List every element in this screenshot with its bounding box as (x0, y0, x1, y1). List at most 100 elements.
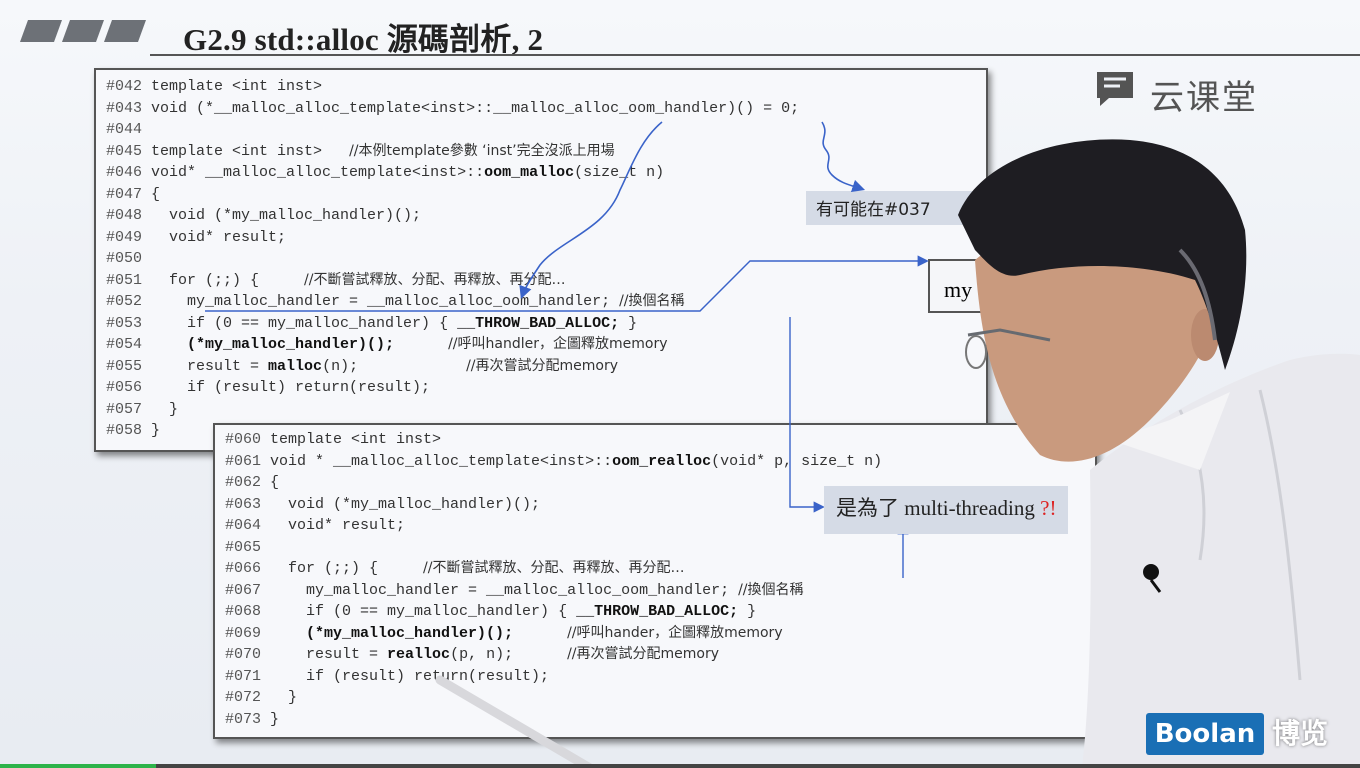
code-line-number: #072 (225, 689, 262, 706)
code-text: if (0 == my_malloc_handler) { (261, 603, 577, 620)
code-line-number: #062 (225, 474, 262, 491)
code-line: #060 template <int inst> (225, 429, 441, 450)
code-line-number: #058 (106, 422, 143, 439)
code-text-bold: __THROW_BAD_ALLOC; (576, 603, 739, 620)
code-block-oom-realloc: #060 template <int inst> #061 void * __ma… (213, 423, 1097, 739)
code-line: #057 } (106, 399, 178, 420)
code-text: } (142, 400, 179, 418)
boolan-logo-badge: Boolan (1146, 713, 1264, 755)
code-comment: //不斷嘗試釋放、分配、再釋放、再分配… (423, 560, 685, 576)
code-line: #073 } (225, 709, 279, 730)
callout-multithreading-mark: ?! (1040, 496, 1057, 520)
code-line: #068 if (0 == my_malloc_handler) { __THR… (225, 601, 756, 622)
code-text: if (result) return(result); (261, 667, 550, 685)
code-line: #055 result = malloc(n); //再次嘗試分配memory (106, 356, 618, 377)
code-text: } (261, 710, 280, 728)
code-line-number: #045 (106, 142, 143, 160)
callout-multithreading: 是為了 multi-threading ?! (824, 486, 1069, 534)
boolan-logo: Boolan 博览 (1146, 713, 1356, 757)
video-progress-fill (0, 764, 157, 768)
slide-title: G2.9 std::alloc 源碼剖析, 2 (183, 22, 544, 57)
code-line-number: #051 (106, 271, 143, 289)
code-line-number: #055 (106, 357, 143, 375)
code-text: void (*my_malloc_handler)(); (261, 495, 541, 513)
code-text: void (*my_malloc_handler)(); (142, 207, 422, 224)
code-line: #071 if (result) return(result); (225, 666, 549, 687)
code-line: #048 void (*my_malloc_handler)(); (106, 205, 421, 226)
code-text: void* result; (261, 517, 406, 534)
code-line-number: #050 (106, 250, 143, 267)
code-line: #064 void* result; (225, 515, 405, 536)
code-text: my_malloc_handler = __malloc_alloc_oom_h… (142, 293, 620, 310)
code-line: #044 (106, 119, 142, 140)
code-comment: //呼叫handler，企圖釋放memory (448, 336, 668, 352)
code-text: void* __malloc_alloc_template<inst>:: (142, 164, 485, 181)
code-text: if (0 == my_malloc_handler) { (142, 314, 458, 332)
code-text: if (result) return(result); (142, 379, 431, 396)
code-line-number: #054 (106, 336, 143, 353)
code-line-number: #066 (225, 560, 262, 577)
code-line-number: #068 (225, 603, 262, 620)
code-text: template <int inst> (261, 431, 442, 448)
code-line: #046 void* __malloc_alloc_template<inst>… (106, 162, 664, 183)
code-comment: //再次嘗試分配memory (567, 646, 720, 662)
code-line: #043 void (*__malloc_alloc_template<inst… (106, 98, 799, 119)
code-line: #065 (225, 537, 261, 558)
code-text-bold: (*my_malloc_handler)(); (187, 336, 395, 353)
code-line-number: #065 (225, 538, 262, 556)
code-text: } (261, 689, 298, 706)
code-line-number: #060 (225, 431, 262, 448)
slide: G2.9 std::alloc 源碼剖析, 2 云课堂 #042 templat… (0, 0, 1360, 768)
code-block-oom-malloc: #042 template <int inst> #043 void (*__ma… (94, 68, 988, 452)
code-text: { (261, 474, 280, 491)
code-line: #067 my_malloc_handler = __malloc_alloc_… (225, 580, 804, 601)
code-text: (size_t n) (574, 164, 665, 181)
code-comment: //換個名稱 (738, 581, 804, 598)
code-text: for (;;) { (142, 271, 305, 289)
code-text: template <int inst> (142, 78, 323, 95)
code-text: (void* p, size_t n) (711, 452, 883, 470)
code-comment: //換個名稱 (619, 293, 685, 309)
code-line-number: #053 (106, 314, 143, 332)
code-line-number: #061 (225, 452, 262, 470)
code-text: void * __malloc_alloc_template<inst>:: (261, 452, 613, 470)
code-line: #058 } (106, 420, 160, 441)
code-line-number: #042 (106, 78, 143, 95)
code-text-bold: oom_realloc (612, 452, 712, 470)
chat-bubble-icon (1097, 72, 1133, 106)
code-line-number: #049 (106, 228, 143, 246)
code-line-number: #056 (106, 379, 143, 396)
code-line: #056 if (result) return(result); (106, 377, 430, 398)
code-text-bold: __THROW_BAD_ALLOC; (457, 314, 620, 332)
callout-multithreading-text: 是為了 multi-threading (836, 496, 1041, 520)
callout-possible-037: 有可能在#037 (806, 191, 976, 225)
code-line: #045 template <int inst> //本例template參數 … (106, 141, 615, 162)
code-text: result = (142, 357, 269, 375)
code-line: #070 result = realloc(p, n); //再次嘗試分配mem… (225, 644, 719, 665)
code-line-number: #047 (106, 185, 143, 203)
code-line: #052 my_malloc_handler = __malloc_alloc_… (106, 291, 685, 312)
yunketang-logo-text: 云课堂 (1150, 78, 1258, 118)
code-line-number: #043 (106, 99, 143, 117)
code-line: #072 } (225, 687, 297, 708)
code-line: #063 void (*my_malloc_handler)(); (225, 494, 540, 515)
code-line-number: #044 (106, 121, 143, 138)
video-progress-bar[interactable] (0, 764, 1360, 768)
code-comment: //呼叫hander，企圖釋放memory (567, 624, 783, 641)
title-underline (150, 54, 1360, 56)
code-line-number: #069 (225, 624, 262, 642)
code-line: #062 { (225, 472, 279, 493)
code-text: void (*__malloc_alloc_template<inst>::__… (142, 99, 800, 117)
code-text-bold: malloc (268, 357, 323, 375)
code-text: result = (261, 646, 388, 663)
code-text: (n); (322, 357, 467, 375)
code-line: #050 (106, 248, 142, 269)
code-line: #054 (*my_malloc_handler)(); //呼叫handler… (106, 334, 668, 355)
boolan-logo-cn: 博览 (1272, 717, 1329, 750)
code-line-number: #057 (106, 400, 143, 418)
code-text: } (738, 603, 757, 620)
code-line: #066 for (;;) { //不斷嘗試釋放、分配、再釋放、再分配… (225, 558, 684, 579)
code-comment: //本例template參數 ‘inst’完全沒派上用場 (349, 142, 615, 159)
